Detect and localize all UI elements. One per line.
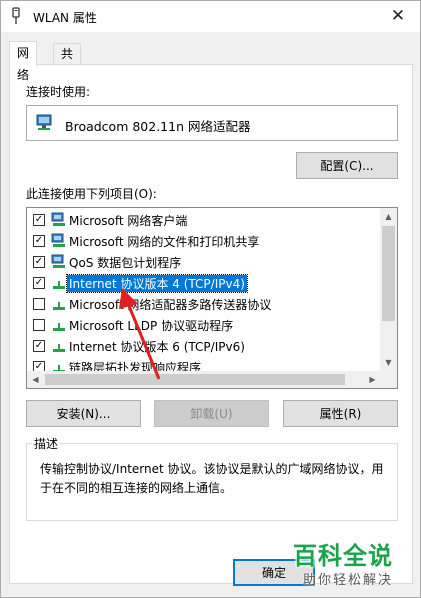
item-label: Internet 协议版本 4 (TCP/IPv4) [66,274,248,293]
item-label: Microsoft LLDP 协议驱动程序 [69,319,234,333]
window-title: WLAN 属性 [33,11,97,25]
install-button[interactable]: 安装(N)... [26,400,141,427]
scrollbar-corner [380,371,397,388]
horizontal-scroll-thumb[interactable] [45,374,345,385]
item-label: Microsoft 网络客户端 [69,214,188,228]
wlan-properties-dialog: WLAN 属性 ✕ 网络 共享 连接时使用: Broadcom 802.11n … [0,0,421,598]
list-item[interactable]: ✓ Microsoft 网络的文件和打印机共享 [27,231,381,252]
properties-button[interactable]: 属性(R) [283,400,398,427]
item-label: QoS 数据包计划程序 [69,256,182,270]
item-label: Internet 协议版本 6 (TCP/IPv6) [69,340,245,354]
items-label: 此连接使用下列项目(O): [26,187,157,201]
close-icon: ✕ [390,6,406,26]
tab-sharing[interactable]: 共享 [53,43,82,81]
item-checkbox[interactable]: ✓ [33,340,45,352]
horizontal-scrollbar[interactable]: ◀ ▶ [27,371,381,388]
title-bar: WLAN 属性 ✕ [1,1,420,32]
item-label: Microsoft 网络适配器多路传送器协议 [69,298,272,312]
adapter-field: Broadcom 802.11n 网络适配器 [26,105,398,141]
connect-using-label: 连接时使用: [26,85,91,99]
description-legend: 描述 [32,435,61,452]
network-client-icon [51,233,67,249]
item-checkbox[interactable] [33,319,45,331]
scroll-down-icon[interactable]: ▼ [380,354,397,371]
description-text: 传输控制协议/Internet 协议。该协议是默认的广域网络协议，用于在不同的相… [40,462,384,495]
watermark-subtitle: 助你轻松解决 [303,573,394,588]
watermark: 百科全说 助你轻松解决 [293,536,413,591]
network-client-icon [51,212,67,228]
scroll-right-icon[interactable]: ▶ [364,371,381,388]
list-item[interactable]: ✓ Microsoft 网络客户端 [27,210,381,231]
scroll-up-icon[interactable]: ▲ [380,208,397,225]
item-checkbox[interactable]: ✓ [33,235,45,247]
wlan-icon [12,7,20,24]
components-list[interactable]: ✓ Microsoft 网络客户端 ✓ Microsoft 网络的文件和打印机共享 ✓ Q… [26,207,398,389]
network-client-icon [51,254,67,270]
protocol-icon [51,296,67,312]
tab-network[interactable]: 网络 [9,41,38,82]
uninstall-button[interactable]: 卸载(U) [154,400,269,427]
list-item[interactable]: Microsoft LLDP 协议驱动程序 [27,315,381,336]
adapter-name: Broadcom 802.11n 网络适配器 [65,119,251,134]
vertical-scroll-thumb[interactable] [382,226,395,321]
list-item[interactable]: ✓ Internet 协议版本 4 (TCP/IPv4) [27,273,381,294]
watermark-title: 百科全说 [293,542,393,570]
protocol-icon [51,338,67,354]
protocol-icon [51,317,67,333]
scroll-left-icon[interactable]: ◀ [27,371,44,388]
network-adapter-icon [36,114,52,130]
item-checkbox[interactable]: ✓ [33,214,45,226]
list-item[interactable]: Microsoft 网络适配器多路传送器协议 [27,294,381,315]
vertical-scrollbar[interactable]: ▲ ▼ [380,208,397,371]
close-button[interactable]: ✕ [376,1,420,31]
network-tab-panel: 连接时使用: Broadcom 802.11n 网络适配器 配置(C)... 此… [9,64,413,584]
item-checkbox[interactable] [33,298,45,310]
list-item[interactable]: ✓ QoS 数据包计划程序 [27,252,381,273]
item-checkbox[interactable]: ✓ [33,277,45,289]
item-label: Microsoft 网络的文件和打印机共享 [69,235,260,249]
item-checkbox[interactable]: ✓ [33,256,45,268]
list-item[interactable]: ✓ Internet 协议版本 6 (TCP/IPv6) [27,336,381,357]
configure-button[interactable]: 配置(C)... [296,152,398,179]
protocol-icon [51,275,67,291]
